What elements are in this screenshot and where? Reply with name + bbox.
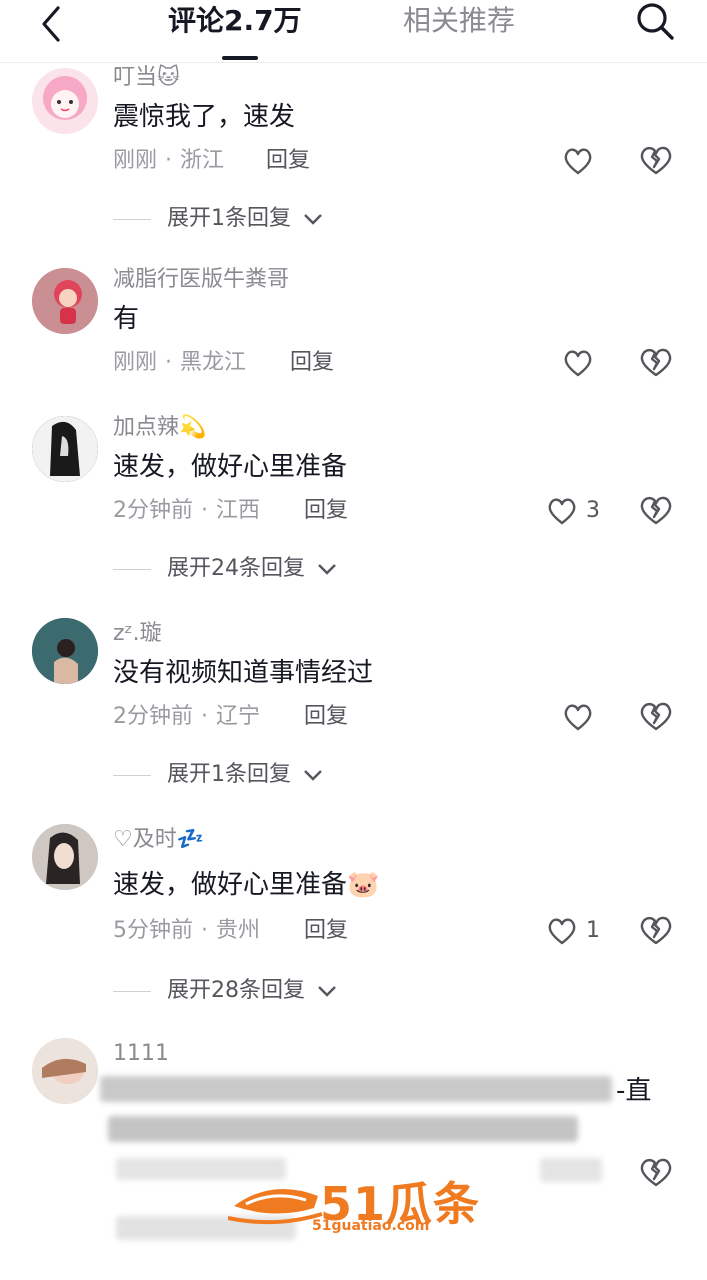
back-button[interactable] — [34, 4, 74, 44]
comment-username[interactable]: ♡及时💤 — [113, 826, 204, 854]
tab-related[interactable]: 相关推荐 — [403, 4, 515, 38]
dislike-button[interactable] — [638, 1156, 674, 1192]
comment-time: 2分钟前 — [113, 704, 193, 729]
like-count: 1 — [586, 918, 600, 943]
comment-time: 2分钟前 — [113, 498, 193, 523]
chevron-down-icon — [318, 986, 336, 997]
comment-time: 刚刚 — [113, 148, 158, 173]
blurred-text — [108, 1116, 578, 1142]
like-button[interactable] — [546, 698, 606, 738]
blurred-text — [540, 1158, 602, 1182]
comment-meta: 刚刚 · 浙江 — [113, 148, 225, 173]
chevron-left-icon — [42, 6, 60, 42]
comment-text: 速发，做好心里准备 — [113, 452, 348, 482]
heart-icon — [548, 918, 576, 945]
watermark-logo: 51瓜条 51guatiao.com — [228, 1162, 488, 1242]
expand-replies[interactable]: 展开1条回复 — [113, 760, 324, 790]
reply-button[interactable]: 回复 — [304, 496, 348, 526]
expand-replies[interactable]: 展开1条回复 — [113, 204, 324, 234]
comment-time: 刚刚 — [113, 350, 158, 375]
heart-icon — [564, 704, 592, 731]
comment-username[interactable]: zᶻ.璇 — [113, 620, 162, 648]
broken-heart-icon — [640, 348, 672, 377]
comment-text: 没有视频知道事情经过 — [113, 658, 374, 688]
comment-text-tail: -直 — [616, 1076, 652, 1106]
comment-text: 速发，做好心里准备🐷 — [113, 870, 380, 900]
comment-location: 贵州 — [216, 918, 261, 943]
dislike-button[interactable] — [638, 494, 674, 530]
avatar[interactable] — [32, 268, 98, 334]
watermark-url: 51guatiao.com — [312, 1218, 430, 1234]
comment-meta: 2分钟前 · 江西 — [113, 498, 261, 523]
chevron-down-icon — [304, 214, 322, 225]
chevron-down-icon — [304, 770, 322, 781]
avatar[interactable] — [32, 824, 98, 890]
like-button[interactable] — [546, 344, 606, 384]
like-button[interactable]: 3 — [546, 492, 606, 532]
like-button[interactable]: 1 — [546, 912, 606, 952]
dislike-button[interactable] — [638, 700, 674, 736]
comment-location: 辽宁 — [216, 704, 261, 729]
chevron-down-icon — [318, 564, 336, 575]
comment-username[interactable]: 叮当🐱 — [113, 64, 180, 92]
like-count: 3 — [586, 498, 600, 523]
comment-meta: 5分钟前 · 贵州 — [113, 918, 261, 943]
comment-meta: 2分钟前 · 辽宁 — [113, 704, 261, 729]
reply-button[interactable]: 回复 — [266, 146, 310, 176]
tab-comments[interactable]: 评论2.7万 — [168, 4, 302, 38]
comment-location: 黑龙江 — [180, 350, 247, 375]
heart-icon — [548, 498, 576, 525]
avatar[interactable] — [32, 68, 98, 134]
expand-replies[interactable]: 展开24条回复 — [113, 554, 338, 584]
broken-heart-icon — [640, 916, 672, 945]
search-button[interactable] — [630, 0, 678, 44]
avatar[interactable] — [32, 618, 98, 684]
broken-heart-icon — [640, 1158, 672, 1187]
reply-button[interactable]: 回复 — [304, 916, 348, 946]
broken-heart-icon — [640, 702, 672, 731]
comment-meta: 刚刚 · 黑龙江 — [113, 350, 247, 375]
melon-logo-icon — [228, 1188, 323, 1225]
comment-username[interactable]: 1111 — [113, 1040, 169, 1068]
tab-underline — [222, 56, 258, 60]
dislike-button[interactable] — [638, 346, 674, 382]
comment-text: 震惊我了，速发 — [113, 102, 296, 132]
avatar[interactable] — [32, 416, 98, 482]
comment-username[interactable]: 加点辣💫 — [113, 414, 206, 442]
heart-icon — [564, 148, 592, 175]
reply-button[interactable]: 回复 — [290, 348, 334, 378]
top-bar: 评论2.7万 相关推荐 — [0, 0, 707, 63]
blurred-text — [100, 1076, 612, 1102]
like-button[interactable] — [546, 142, 606, 182]
comment-location: 浙江 — [180, 148, 225, 173]
avatar[interactable] — [32, 1038, 98, 1104]
comment-username[interactable]: 减脂行医版牛粪哥 — [113, 266, 289, 294]
comment-text: 有 — [113, 304, 140, 334]
reply-button[interactable]: 回复 — [304, 702, 348, 732]
expand-replies[interactable]: 展开28条回复 — [113, 976, 338, 1006]
comment-location: 江西 — [216, 498, 261, 523]
broken-heart-icon — [640, 496, 672, 525]
comment-time: 5分钟前 — [113, 918, 193, 943]
dislike-button[interactable] — [638, 144, 674, 180]
search-icon — [637, 3, 674, 40]
dislike-button[interactable] — [638, 914, 674, 950]
heart-icon — [564, 350, 592, 377]
broken-heart-icon — [640, 146, 672, 175]
